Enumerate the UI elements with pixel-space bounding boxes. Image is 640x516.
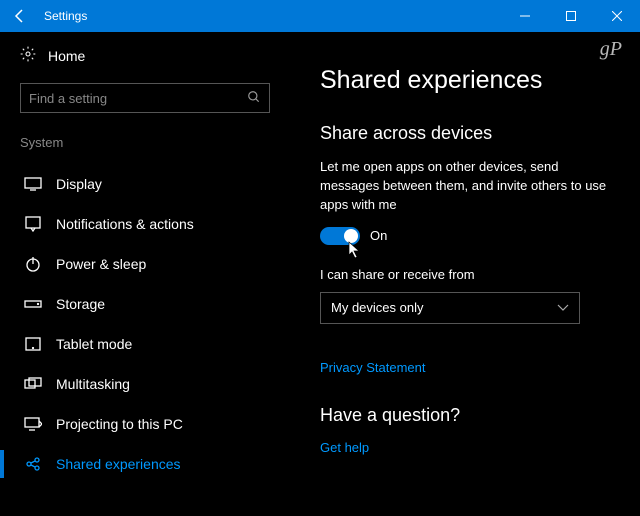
- dropdown-value: My devices only: [331, 300, 423, 315]
- sidebar: Home System Display Notifications & acti…: [0, 32, 290, 516]
- privacy-link[interactable]: Privacy Statement: [320, 360, 620, 375]
- cursor-icon: [348, 241, 362, 262]
- nav-label: Multitasking: [56, 376, 130, 392]
- projecting-icon: [24, 417, 42, 431]
- home-button[interactable]: Home: [20, 46, 270, 65]
- page-title: Shared experiences: [320, 66, 620, 95]
- nav-label: Power & sleep: [56, 256, 146, 272]
- home-label: Home: [48, 48, 85, 64]
- titlebar: Settings: [0, 0, 640, 32]
- notification-icon: [24, 216, 42, 232]
- maximize-button[interactable]: [548, 0, 594, 32]
- search-icon: [247, 90, 261, 107]
- share-from-dropdown[interactable]: My devices only: [320, 292, 580, 324]
- nav-shared-experiences[interactable]: Shared experiences: [20, 444, 270, 484]
- nav-label: Projecting to this PC: [56, 416, 183, 432]
- nav-storage[interactable]: Storage: [20, 284, 270, 324]
- search-box[interactable]: [20, 83, 270, 113]
- toggle-state-label: On: [370, 228, 387, 243]
- storage-icon: [24, 298, 42, 310]
- nav-tablet[interactable]: Tablet mode: [20, 324, 270, 364]
- tablet-icon: [24, 337, 42, 351]
- section-description: Let me open apps on other devices, send …: [320, 158, 620, 215]
- nav-label: Storage: [56, 296, 105, 312]
- chevron-down-icon: [557, 300, 569, 315]
- share-from-label: I can share or receive from: [320, 267, 620, 282]
- nav-power[interactable]: Power & sleep: [20, 244, 270, 284]
- search-input[interactable]: [29, 91, 247, 106]
- close-button[interactable]: [594, 0, 640, 32]
- help-link[interactable]: Get help: [320, 440, 620, 455]
- shared-icon: [24, 456, 42, 472]
- power-icon: [24, 256, 42, 272]
- nav-label: Tablet mode: [56, 336, 132, 352]
- nav-notifications[interactable]: Notifications & actions: [20, 204, 270, 244]
- nav-label: Shared experiences: [56, 456, 181, 472]
- nav-label: Display: [56, 176, 102, 192]
- window-title: Settings: [40, 9, 502, 23]
- nav-projecting[interactable]: Projecting to this PC: [20, 404, 270, 444]
- multitasking-icon: [24, 377, 42, 391]
- nav-label: Notifications & actions: [56, 216, 194, 232]
- minimize-button[interactable]: [502, 0, 548, 32]
- gear-icon: [20, 46, 36, 65]
- section-title: Share across devices: [320, 123, 620, 144]
- nav-list: Display Notifications & actions Power & …: [20, 164, 270, 484]
- nav-display[interactable]: Display: [20, 164, 270, 204]
- display-icon: [24, 177, 42, 191]
- main-content: Shared experiences Share across devices …: [290, 32, 640, 516]
- help-title: Have a question?: [320, 405, 620, 426]
- category-label: System: [20, 135, 270, 150]
- back-button[interactable]: [0, 0, 40, 32]
- nav-multitasking[interactable]: Multitasking: [20, 364, 270, 404]
- watermark: gP: [600, 38, 622, 61]
